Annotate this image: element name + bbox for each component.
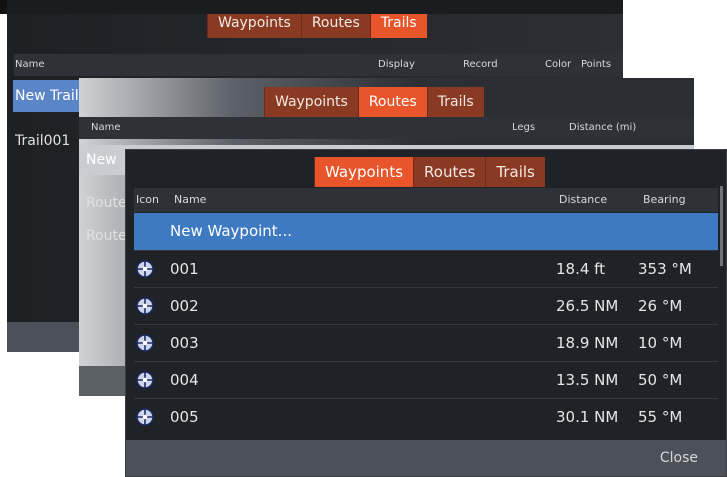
table-row[interactable]: 005 30.1 NM 55 °M — [134, 398, 718, 435]
waypoints-dialog: Waypoints Routes Trails Icon Name Distan… — [125, 149, 727, 477]
trails-column-header: Name Display Record Color Points — [14, 54, 623, 76]
tab-trails[interactable]: Trails — [369, 14, 427, 38]
col-distance: Distance — [559, 193, 608, 206]
waypoints-footer: Close — [126, 440, 726, 476]
waypoint-name: 005 — [170, 408, 199, 426]
col-color: Color — [545, 59, 572, 70]
scrollbar[interactable] — [720, 186, 723, 266]
waypoint-distance: 30.1 NM — [556, 408, 619, 426]
tab-trails[interactable]: Trails — [485, 157, 545, 187]
table-row[interactable]: 002 26.5 NM 26 °M — [134, 287, 718, 324]
tab-waypoints[interactable]: Waypoints — [264, 87, 358, 117]
tab-routes[interactable]: Routes — [357, 87, 427, 117]
trails-tabbar: Waypoints Routes Trails — [207, 14, 427, 38]
col-distance: Distance (mi) — [569, 122, 637, 133]
waypoint-name: 001 — [170, 260, 199, 278]
waypoint-list: New Waypoint... 001 18.4 ft 353 °M 002 2… — [134, 213, 718, 435]
col-legs: Legs — [512, 122, 536, 133]
tab-routes[interactable]: Routes — [413, 157, 486, 187]
col-points: Points — [581, 59, 612, 70]
waypoint-crosshair-icon — [136, 371, 154, 389]
close-button[interactable]: Close — [660, 440, 698, 476]
new-waypoint-item[interactable]: New Waypoint... — [134, 213, 718, 250]
routes-tabbar: Waypoints Routes Trails — [264, 87, 484, 117]
col-record: Record — [463, 59, 498, 70]
list-item[interactable]: Trail001 — [13, 126, 83, 156]
waypoint-crosshair-icon — [136, 297, 154, 315]
waypoint-name: 004 — [170, 371, 199, 389]
col-display: Display — [378, 59, 415, 70]
waypoint-bearing: 55 °M — [638, 408, 683, 426]
col-icon: Icon — [136, 193, 159, 206]
waypoint-distance: 26.5 NM — [556, 297, 619, 315]
waypoints-tabbar: Waypoints Routes Trails — [314, 157, 545, 187]
col-name: Name — [15, 59, 45, 70]
tab-waypoints[interactable]: Waypoints — [207, 14, 301, 38]
waypoints-column-header: Icon Name Distance Bearing — [134, 188, 718, 212]
waypoint-crosshair-icon — [136, 334, 154, 352]
col-name: Name — [174, 193, 207, 206]
waypoint-distance: 13.5 NM — [556, 371, 619, 389]
waypoint-crosshair-icon — [136, 260, 154, 278]
table-row[interactable]: 003 18.9 NM 10 °M — [134, 324, 718, 361]
col-bearing: Bearing — [643, 193, 686, 206]
tab-trails[interactable]: Trails — [426, 87, 484, 117]
tab-routes[interactable]: Routes — [300, 14, 370, 38]
table-row[interactable]: 004 13.5 NM 50 °M — [134, 361, 718, 398]
waypoint-bearing: 26 °M — [638, 297, 683, 315]
routes-column-header: Name Legs Distance (mi) — [79, 117, 694, 139]
col-name: Name — [91, 122, 121, 133]
waypoint-name: 003 — [170, 334, 199, 352]
tab-waypoints[interactable]: Waypoints — [314, 157, 414, 187]
waypoint-distance: 18.4 ft — [556, 260, 606, 278]
waypoint-name: 002 — [170, 297, 199, 315]
waypoint-bearing: 50 °M — [638, 371, 683, 389]
waypoint-distance: 18.9 NM — [556, 334, 619, 352]
waypoint-crosshair-icon — [136, 408, 154, 426]
waypoint-bearing: 353 °M — [638, 260, 692, 278]
table-row[interactable]: 001 18.4 ft 353 °M — [134, 250, 718, 287]
waypoint-bearing: 10 °M — [638, 334, 683, 352]
